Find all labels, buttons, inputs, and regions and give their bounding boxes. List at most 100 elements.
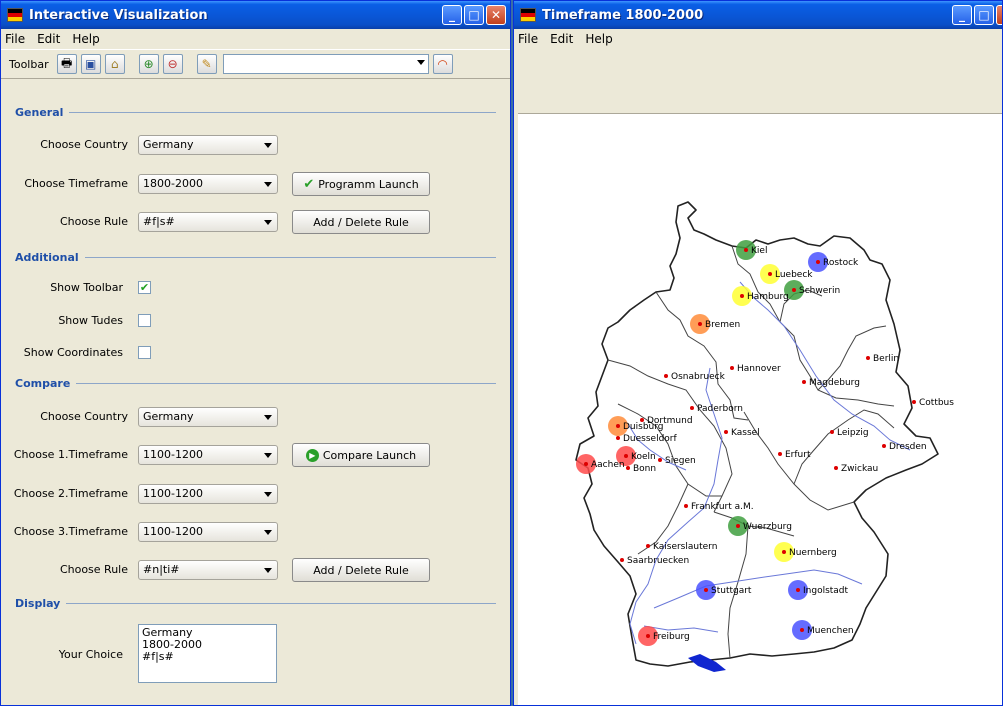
rainbow-icon[interactable]: ◠ [432, 54, 453, 74]
minimize-button[interactable]: _ [952, 5, 972, 25]
toolbar: Toolbar 🖶 ▣ ⌂ ⊕ ⊖ ✎ ◠ [1, 49, 510, 79]
compare-add-delete-rule-button[interactable]: Add / Delete Rule [292, 558, 430, 582]
city-dot [704, 588, 708, 592]
toolbar-label: Toolbar [9, 57, 49, 71]
title-bar[interactable]: Timeframe 1800-2000 _ □ ✕ [514, 1, 1002, 29]
city-label: Saarbruecken [627, 556, 689, 566]
city-dot [730, 366, 734, 370]
close-button[interactable]: ✕ [996, 5, 1002, 25]
city-label: Ingolstadt [803, 586, 849, 596]
compare-rule-select[interactable]: #n|ti# [138, 560, 278, 580]
city-dot [882, 444, 886, 448]
country-select[interactable]: Germany [138, 135, 278, 155]
printer-icon[interactable]: 🖶 [56, 54, 77, 74]
close-button[interactable]: ✕ [486, 5, 506, 25]
city-label: Hannover [737, 364, 781, 374]
compare-country-select[interactable]: Germany [138, 407, 278, 427]
show-tudes-checkbox[interactable] [138, 314, 151, 327]
city-label: Frankfurt a.M. [691, 502, 754, 512]
section-title-display: Display [15, 596, 61, 610]
city-label: Schwerin [799, 286, 840, 296]
city-label: Wuerzburg [743, 522, 792, 532]
city-dot [740, 294, 744, 298]
city-dot [736, 524, 740, 528]
map-canvas[interactable]: Kiel Rostock Luebeck Schwerin Hamburg Bremen B… [518, 113, 1002, 706]
city-dot [768, 272, 772, 276]
menu-file[interactable]: File [518, 32, 538, 46]
home-icon[interactable]: ⌂ [104, 54, 125, 74]
city-label: Berlin [873, 354, 899, 364]
chevron-down-icon [264, 568, 272, 573]
menu-help[interactable]: Help [585, 32, 612, 46]
germany-map[interactable]: Kiel Rostock Luebeck Schwerin Hamburg Bremen B… [518, 114, 1002, 706]
chevron-down-icon [264, 415, 272, 420]
your-choice-textarea[interactable]: Germany 1800-2000 #f|s# [138, 624, 277, 683]
toolbar-combo[interactable] [222, 54, 429, 74]
city-label: Paderborn [697, 404, 743, 414]
city-dot [698, 322, 702, 326]
add-delete-rule-button[interactable]: Add / Delete Rule [292, 210, 430, 234]
zoom-in-icon[interactable]: ⊕ [138, 54, 159, 74]
city-label: Siegen [665, 456, 696, 466]
city-dot [620, 558, 624, 562]
section-additional: Additional [15, 249, 496, 265]
rule-select[interactable]: #f|s# [138, 212, 278, 232]
city-dot [584, 462, 588, 466]
menu-help[interactable]: Help [72, 32, 99, 46]
window-title: Interactive Visualization [29, 7, 208, 23]
chevron-down-icon [264, 492, 272, 497]
chevron-down-icon [416, 60, 425, 65]
choose-rule-label: Choose Rule [59, 215, 128, 228]
show-toolbar-label: Show Toolbar [50, 281, 123, 294]
interactive-visualization-window: Interactive Visualization _ □ ✕ File Edi… [0, 0, 511, 706]
city-label: Kassel [731, 428, 760, 438]
menu-bar: File Edit Help [1, 29, 510, 49]
compare-launch-button[interactable]: ▶ Compare Launch [292, 443, 430, 467]
city-dot [646, 544, 650, 548]
maximize-button[interactable]: □ [464, 5, 484, 25]
maximize-button[interactable]: □ [974, 5, 994, 25]
show-coordinates-label: Show Coordinates [23, 346, 123, 359]
menu-file[interactable]: File [5, 32, 25, 46]
choose-timeframe-label: Choose Timeframe [24, 177, 128, 190]
city-label: Dresden [889, 442, 927, 452]
timeframe-3-label: Choose 3.Timeframe [13, 525, 128, 538]
monitor-icon[interactable]: ▣ [80, 54, 101, 74]
timeframe-1-select[interactable]: 1100-1200 [138, 445, 278, 465]
show-coordinates-checkbox[interactable] [138, 346, 151, 359]
your-choice-label: Your Choice [58, 648, 123, 661]
menu-bar: File Edit Help [514, 29, 1002, 49]
menu-edit[interactable]: Edit [37, 32, 60, 46]
programm-launch-button[interactable]: ✔ Programm Launch [292, 172, 430, 196]
show-toolbar-checkbox[interactable]: ✔ [138, 281, 151, 294]
city-dot [866, 356, 870, 360]
zoom-out-icon[interactable]: ⊖ [162, 54, 183, 74]
city-dot [816, 260, 820, 264]
city-dot [724, 430, 728, 434]
section-title-compare: Compare [15, 376, 71, 390]
timeframe-window: Timeframe 1800-2000 _ □ ✕ File Edit Help [513, 0, 1003, 706]
city-label: Aachen [591, 460, 625, 470]
timeframe-select[interactable]: 1800-2000 [138, 174, 278, 194]
chevron-down-icon [264, 453, 272, 458]
timeframe-1-label: Choose 1.Timeframe [13, 448, 128, 461]
city-label: Freiburg [653, 632, 690, 642]
city-dot [830, 430, 834, 434]
city-dot [744, 248, 748, 252]
chevron-down-icon [264, 182, 272, 187]
brush-icon[interactable]: ✎ [196, 54, 217, 74]
choose-country-label: Choose Country [40, 138, 128, 151]
section-title-additional: Additional [15, 250, 79, 264]
city-label: Stuttgart [711, 586, 752, 596]
city-dot [778, 452, 782, 456]
timeframe-3-select[interactable]: 1100-1200 [138, 522, 278, 542]
title-bar[interactable]: Interactive Visualization _ □ ✕ [1, 1, 510, 29]
city-dot [664, 374, 668, 378]
minimize-button[interactable]: _ [442, 5, 462, 25]
timeframe-2-select[interactable]: 1100-1200 [138, 484, 278, 504]
play-icon: ▶ [305, 448, 319, 462]
city-dot [684, 504, 688, 508]
chevron-down-icon [264, 143, 272, 148]
menu-edit[interactable]: Edit [550, 32, 573, 46]
checkmark-icon: ✔ [303, 176, 315, 192]
